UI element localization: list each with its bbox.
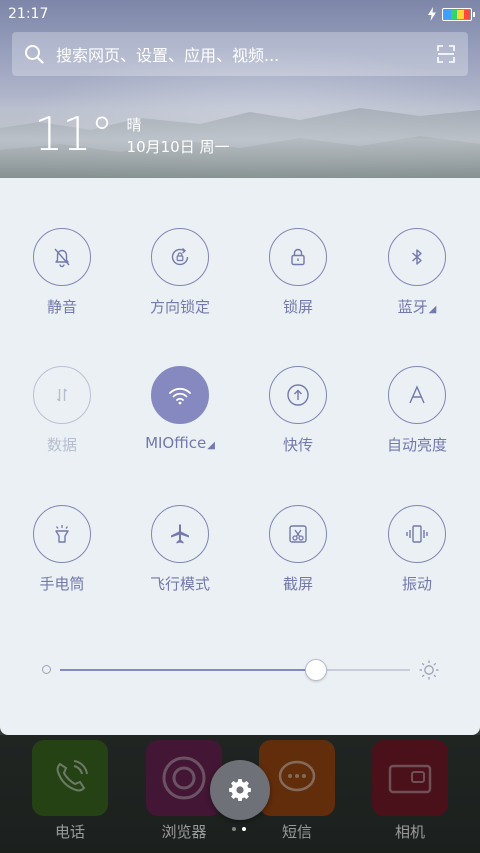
toggle-screenshot[interactable]: 截屏 xyxy=(238,505,358,615)
brightness-low-icon xyxy=(42,665,51,674)
toggle-mobile-data-circle[interactable] xyxy=(33,366,91,424)
brightness-high-icon xyxy=(419,660,439,680)
wifi-icon xyxy=(169,387,191,405)
toggle-lock-screen-circle[interactable] xyxy=(269,228,327,286)
toggle-vibrate[interactable]: 振动 xyxy=(357,505,477,615)
scan-icon[interactable] xyxy=(436,44,456,64)
charging-icon xyxy=(428,7,436,21)
toggle-bluetooth-label: 蓝牙◢ xyxy=(398,296,437,317)
lock-icon xyxy=(291,248,305,266)
settings-button[interactable] xyxy=(210,760,270,820)
toggle-mute-label: 静音 xyxy=(46,298,77,316)
toggle-wifi[interactable]: MIOffice◢ xyxy=(120,366,240,476)
upload-icon xyxy=(287,384,309,406)
bell-off-icon xyxy=(54,248,70,268)
toggle-flashlight-label: 手电筒 xyxy=(39,575,85,593)
brightness-track[interactable] xyxy=(60,669,410,671)
dock-label-phone: 电话 xyxy=(54,823,85,841)
toggle-rotation-lock-circle[interactable] xyxy=(151,228,209,286)
toggle-bluetooth-text: 蓝牙 xyxy=(397,298,428,316)
status-icons xyxy=(427,7,475,21)
flashlight-icon xyxy=(55,525,69,543)
toggle-auto-brightness-label: 自动亮度 xyxy=(386,436,447,454)
toggle-mute-circle[interactable] xyxy=(33,228,91,286)
letter-a-icon xyxy=(409,385,425,404)
toggle-quick-transfer-label: 快传 xyxy=(282,436,313,454)
quick-settings-panel: 静音 方向锁定 锁屏 蓝牙◢ 数据 MIOffice◢ 快传 自动亮度 手电筒 … xyxy=(0,178,480,735)
data-arrows-icon xyxy=(56,388,68,402)
page-dot xyxy=(232,827,236,831)
vibrate-icon xyxy=(406,525,428,543)
toggle-airplane[interactable]: 飞行模式 xyxy=(120,505,240,615)
dock-label-camera: 相机 xyxy=(394,823,425,841)
toggle-quick-transfer[interactable]: 快传 xyxy=(238,366,358,476)
toggle-auto-brightness[interactable]: 自动亮度 xyxy=(357,366,477,476)
brightness-thumb[interactable] xyxy=(304,659,327,681)
toggle-lock-screen[interactable]: 锁屏 xyxy=(238,228,358,338)
page-dot-active xyxy=(242,827,246,831)
toggle-screenshot-label: 截屏 xyxy=(282,575,313,593)
toggle-wifi-circle[interactable] xyxy=(151,366,209,424)
wifi-menu-indicator: ◢ xyxy=(207,440,215,451)
search-bar[interactable]: 搜索网页、设置、应用、视频... xyxy=(12,32,468,76)
scissors-icon xyxy=(289,525,307,543)
toggle-lock-screen-label: 锁屏 xyxy=(282,298,313,316)
toggle-mobile-data-label: 数据 xyxy=(46,436,77,454)
bluetooth-icon xyxy=(412,249,422,265)
dock-label-messages: 短信 xyxy=(281,823,312,841)
toggle-mute[interactable]: 静音 xyxy=(2,228,122,338)
weather-condition: 晴 xyxy=(126,116,142,134)
weather-date: 10月10日 周一 xyxy=(126,138,230,156)
status-bar: 21:17 xyxy=(0,0,480,28)
toggle-wifi-label: MIOffice◢ xyxy=(145,434,215,452)
airplane-icon xyxy=(171,524,189,544)
toggle-screenshot-circle[interactable] xyxy=(269,505,327,563)
toggle-airplane-label: 飞行模式 xyxy=(149,575,210,593)
toggle-wifi-text: MIOffice xyxy=(145,434,207,452)
toggle-bluetooth-circle[interactable] xyxy=(388,228,446,286)
gear-icon xyxy=(229,779,251,801)
toggle-airplane-circle[interactable] xyxy=(151,505,209,563)
page-indicator xyxy=(232,827,246,831)
weather-temperature: 11° xyxy=(34,107,114,161)
toggle-flashlight[interactable]: 手电筒 xyxy=(2,505,122,615)
battery-icon xyxy=(442,7,475,21)
toggle-flashlight-circle[interactable] xyxy=(33,505,91,563)
toggle-bluetooth[interactable]: 蓝牙◢ xyxy=(357,228,477,338)
toggle-rotation-lock[interactable]: 方向锁定 xyxy=(120,228,240,338)
toggle-vibrate-label: 振动 xyxy=(401,575,432,593)
search-icon xyxy=(25,45,44,64)
toggle-quick-transfer-circle[interactable] xyxy=(269,366,327,424)
rotation-lock-icon xyxy=(171,247,189,266)
dock-label-browser: 浏览器 xyxy=(161,823,207,841)
search-placeholder: 搜索网页、设置、应用、视频... xyxy=(56,46,280,65)
bluetooth-menu-indicator: ◢ xyxy=(428,304,437,315)
weather-widget[interactable]: 11° 晴 10月10日 周一 xyxy=(34,108,230,160)
toggle-vibrate-circle[interactable] xyxy=(388,505,446,563)
toggle-auto-brightness-circle[interactable] xyxy=(388,366,446,424)
brightness-slider[interactable] xyxy=(40,656,440,684)
status-time: 21:17 xyxy=(8,6,49,22)
toggle-mobile-data[interactable]: 数据 xyxy=(2,366,122,476)
weather-info: 晴 10月10日 周一 xyxy=(127,114,230,160)
brightness-fill xyxy=(60,669,316,671)
toggle-rotation-lock-label: 方向锁定 xyxy=(149,298,210,316)
